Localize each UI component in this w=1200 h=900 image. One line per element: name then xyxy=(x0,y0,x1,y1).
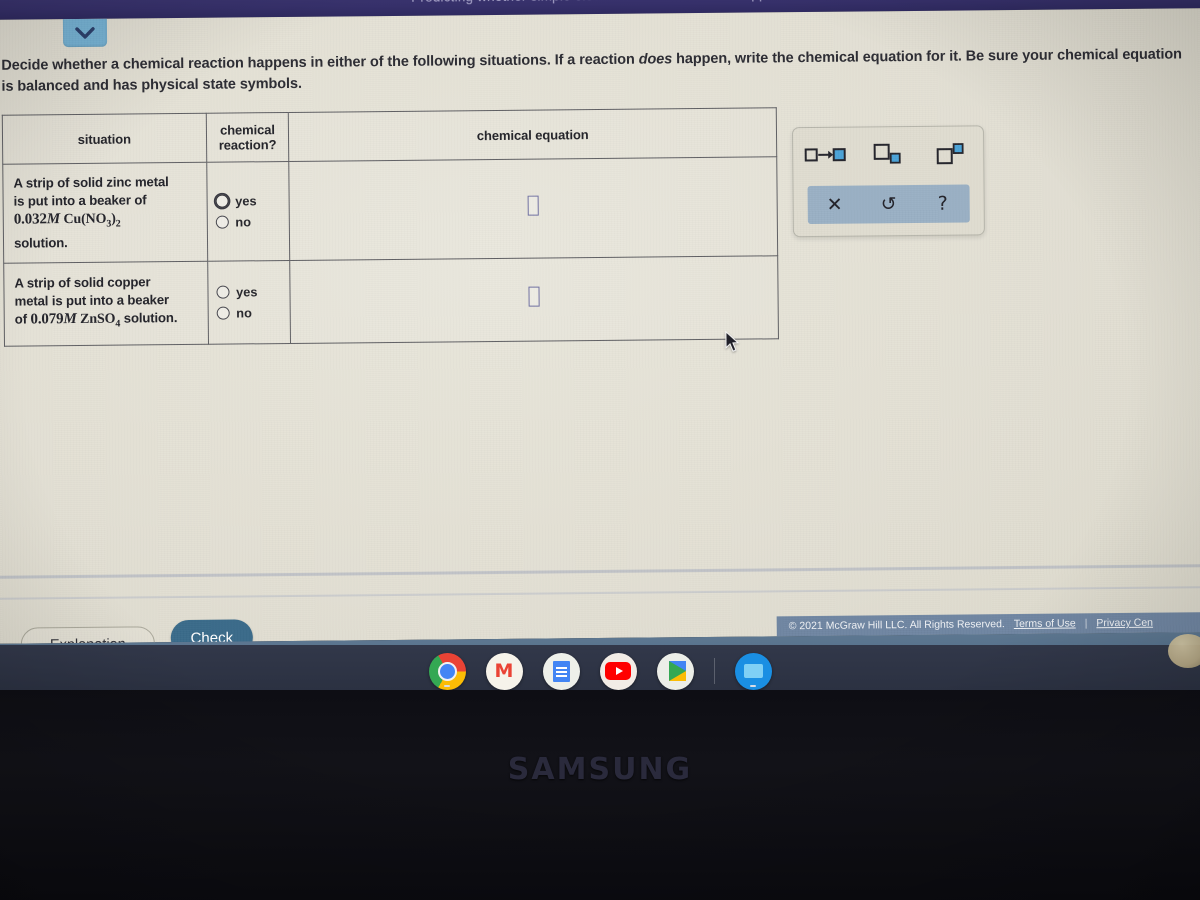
device-brand-logo: SAMSUNG xyxy=(507,752,693,787)
copyright-text: © 2021 McGraw Hill LLC. All Rights Reser… xyxy=(788,618,1005,633)
footer-separator: | xyxy=(1084,617,1088,630)
window-title: Predicting whether simple electrochemica… xyxy=(411,0,782,5)
situation-2-line-1: A strip of solid copper xyxy=(14,274,151,291)
equation-cell-2[interactable] xyxy=(290,255,779,344)
shelf-active-indicator xyxy=(444,684,450,687)
radio-no-2[interactable] xyxy=(216,306,230,320)
chrome-icon[interactable] xyxy=(428,652,466,690)
collapse-panel-tab[interactable] xyxy=(62,18,108,48)
files-icon[interactable] xyxy=(734,652,772,690)
shelf-separator xyxy=(713,658,715,684)
docs-sheet-shape xyxy=(552,660,570,682)
palette-symbol-row xyxy=(793,126,984,186)
page-divider-top xyxy=(0,564,1200,579)
terms-of-use-link[interactable]: Terms of Use xyxy=(1014,617,1076,630)
radio-no-row-2[interactable]: no xyxy=(216,305,290,321)
superscript-icon xyxy=(935,141,967,170)
privacy-center-link[interactable]: Privacy Cen xyxy=(1096,617,1153,630)
instructions-emphasis: does xyxy=(638,51,673,68)
compound-formula-1: Cu(NO3)2 xyxy=(63,211,121,230)
reaction-choice-cell-2: yes no xyxy=(207,260,291,345)
situation-2-line-4: solution. xyxy=(120,309,178,326)
reaction-arrow-button[interactable] xyxy=(802,140,848,174)
equation-input-2[interactable] xyxy=(528,286,540,307)
radio-no-label-2: no xyxy=(236,305,252,321)
reaction-choice-cell-1: yes no xyxy=(206,161,291,262)
situation-2-line-2: metal is put into a beaker xyxy=(14,292,170,309)
close-icon: ✕ xyxy=(826,193,843,216)
subscript-icon xyxy=(872,142,904,171)
radio-yes-2[interactable] xyxy=(215,285,230,299)
table-header-row: situation chemical reaction? chemical eq… xyxy=(2,107,777,165)
shelf-active-indicator xyxy=(750,684,756,687)
instructions-text: Decide whether a chemical reaction happe… xyxy=(1,44,1187,97)
header-chemical-equation: chemical equation xyxy=(288,107,777,162)
radio-yes-label-2: yes xyxy=(235,284,258,300)
molarity-symbol-1: M xyxy=(46,211,61,228)
symbol-palette: ✕ ↺ ? xyxy=(791,125,985,238)
subscript-button[interactable] xyxy=(865,139,911,173)
play-store-icon[interactable] xyxy=(656,652,694,690)
screenshot-root: Predicting whether simple electrochemica… xyxy=(0,0,1200,900)
superscript-button[interactable] xyxy=(928,138,974,172)
situation-cell-2: A strip of solid copper metal is put int… xyxy=(3,261,209,347)
radio-no-label-1: no xyxy=(235,214,252,230)
table-row: A strip of solid zinc metal is put into … xyxy=(2,156,778,264)
header-situation: situation xyxy=(2,113,207,165)
equation-cell-1[interactable] xyxy=(289,156,778,261)
help-icon: ? xyxy=(937,192,948,215)
clear-button[interactable]: ✕ xyxy=(813,188,857,222)
screen-area: Predicting whether simple electrochemica… xyxy=(0,0,1200,698)
youtube-play-shape xyxy=(605,662,631,680)
help-button[interactable]: ? xyxy=(921,186,965,220)
instructions-part-1: Decide whether a chemical reaction happe… xyxy=(1,51,639,74)
situation-cell-1: A strip of solid zinc metal is put into … xyxy=(2,162,208,264)
situation-2-line-3: of 0.079M ZnSO4 solution. xyxy=(15,309,202,335)
gmail-icon[interactable]: M xyxy=(485,652,523,690)
situation-1-line-1: A strip of solid zinc metal xyxy=(13,174,169,191)
google-docs-icon[interactable] xyxy=(542,652,580,690)
desk-object xyxy=(1168,634,1200,668)
play-triangle-shape xyxy=(669,661,686,681)
undo-button[interactable]: ↺ xyxy=(867,187,911,221)
undo-icon: ↺ xyxy=(880,193,897,216)
molarity-symbol-2: M xyxy=(63,310,77,328)
folder-shape xyxy=(743,664,763,678)
situation-1-line-3: 0.032M Cu(NO3)2 xyxy=(14,209,201,235)
concentration-value-1: 0.032 xyxy=(13,211,47,228)
palette-action-bar: ✕ ↺ ? xyxy=(807,184,970,224)
radio-yes-1[interactable] xyxy=(215,194,229,208)
concentration-value-2: 0.079 xyxy=(30,311,64,328)
reaction-arrow-icon xyxy=(804,144,846,169)
question-table: situation chemical reaction? chemical eq… xyxy=(1,107,779,347)
radio-no-row-1[interactable]: no xyxy=(215,214,289,230)
situation-2-prefix: of xyxy=(14,311,31,327)
situation-1-line-4: solution. xyxy=(13,234,68,251)
gmail-glyph: M xyxy=(494,660,514,682)
device-bezel xyxy=(0,690,1200,900)
radio-yes-row-1[interactable]: yes xyxy=(215,193,289,209)
radio-yes-label-1: yes xyxy=(235,193,257,209)
equation-input-1[interactable] xyxy=(527,195,540,217)
compound-formula-2: ZnSO4 xyxy=(80,311,121,330)
radio-yes-row-2[interactable]: yes xyxy=(215,284,290,300)
header-chemical-reaction: chemical reaction? xyxy=(205,112,290,163)
page-body: Decide whether a chemical reaction happe… xyxy=(0,8,1200,666)
page-divider-bottom xyxy=(0,586,1200,600)
youtube-icon[interactable] xyxy=(599,652,637,690)
situation-1-line-2: is put into a beaker of xyxy=(13,192,147,209)
radio-no-1[interactable] xyxy=(215,215,229,229)
table-row: A strip of solid copper metal is put int… xyxy=(3,255,779,347)
